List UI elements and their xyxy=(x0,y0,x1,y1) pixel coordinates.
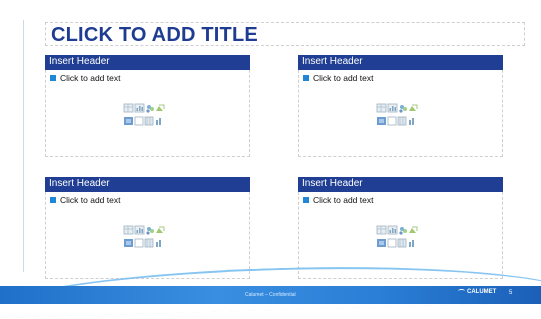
insert-smartart-icon[interactable] xyxy=(399,227,407,235)
insert-media-icon[interactable] xyxy=(387,116,414,126)
title-placeholder[interactable]: CLICK TO ADD TITLE xyxy=(45,22,525,46)
insert-media-icon[interactable] xyxy=(134,116,161,126)
insert-clipart-icon[interactable] xyxy=(124,117,133,125)
insert-chart-icon[interactable] xyxy=(134,225,145,235)
panel-header[interactable]: Insert Header xyxy=(45,55,250,70)
insert-table-icon[interactable] xyxy=(123,225,134,235)
insert-picture-icon[interactable] xyxy=(156,226,165,233)
panel-header-label: Insert Header xyxy=(49,178,110,189)
insert-chart-icon[interactable] xyxy=(387,225,398,235)
panel-text-placeholder[interactable]: Click to add text xyxy=(50,73,120,83)
panel-body-text: Click to add text xyxy=(60,195,121,205)
insert-table-icon[interactable] xyxy=(376,225,387,235)
panel-header-label: Insert Header xyxy=(302,56,363,67)
insert-chart-icon[interactable] xyxy=(387,103,398,113)
bullet-icon xyxy=(50,75,56,81)
content-panel[interactable]: Insert Header Click to add text xyxy=(45,55,250,157)
panel-text-placeholder[interactable]: Click to add text xyxy=(303,195,373,205)
insert-smartart-icon[interactable] xyxy=(146,105,154,113)
insert-clipart-icon[interactable] xyxy=(124,239,133,247)
panel-header-label: Insert Header xyxy=(49,56,110,67)
content-panel[interactable]: Insert Header Click to add text xyxy=(45,177,250,279)
left-accent-line xyxy=(23,20,24,272)
insert-picture-icon[interactable] xyxy=(409,104,418,111)
panel-body-text: Click to add text xyxy=(313,73,374,83)
bullet-icon xyxy=(303,75,309,81)
insert-table-icon[interactable] xyxy=(376,103,387,113)
content-panel[interactable]: Insert Header Click to add text xyxy=(298,177,503,279)
bullet-icon xyxy=(303,197,309,203)
insert-table-icon[interactable] xyxy=(123,103,134,113)
page-number: 5 xyxy=(509,290,513,296)
insert-smartart-icon[interactable] xyxy=(399,105,407,113)
insert-picture-icon[interactable] xyxy=(409,226,418,233)
panel-text-placeholder[interactable]: Click to add text xyxy=(303,73,373,83)
insert-clipart-icon[interactable] xyxy=(377,117,386,125)
content-icons xyxy=(376,225,426,253)
panel-body-text: Click to add text xyxy=(313,195,374,205)
content-icons xyxy=(123,103,173,131)
insert-picture-icon[interactable] xyxy=(156,104,165,111)
slide-title: CLICK TO ADD TITLE xyxy=(51,24,258,46)
panel-header[interactable]: Insert Header xyxy=(298,55,503,70)
insert-media-icon[interactable] xyxy=(134,238,161,248)
panel-text-placeholder[interactable]: Click to add text xyxy=(50,195,120,205)
bullet-icon xyxy=(50,197,56,203)
panel-header[interactable]: Insert Header xyxy=(45,177,250,192)
content-icons xyxy=(376,103,426,131)
insert-smartart-icon[interactable] xyxy=(146,227,154,235)
panel-header[interactable]: Insert Header xyxy=(298,177,503,192)
insert-clipart-icon[interactable] xyxy=(377,239,386,247)
brand-logo: CALUMET xyxy=(458,289,496,295)
brand-name: CALUMET xyxy=(467,289,497,295)
brand-mark-icon xyxy=(458,289,465,293)
content-panel[interactable]: Insert Header Click to add text xyxy=(298,55,503,157)
insert-media-icon[interactable] xyxy=(387,238,414,248)
confidential-label: Calumet – Confidential xyxy=(245,292,296,298)
insert-chart-icon[interactable] xyxy=(134,103,145,113)
content-icons xyxy=(123,225,173,253)
panel-header-label: Insert Header xyxy=(302,178,363,189)
panel-body-text: Click to add text xyxy=(60,73,121,83)
slide: CLICK TO ADD TITLE Insert Header Click t… xyxy=(0,0,541,319)
